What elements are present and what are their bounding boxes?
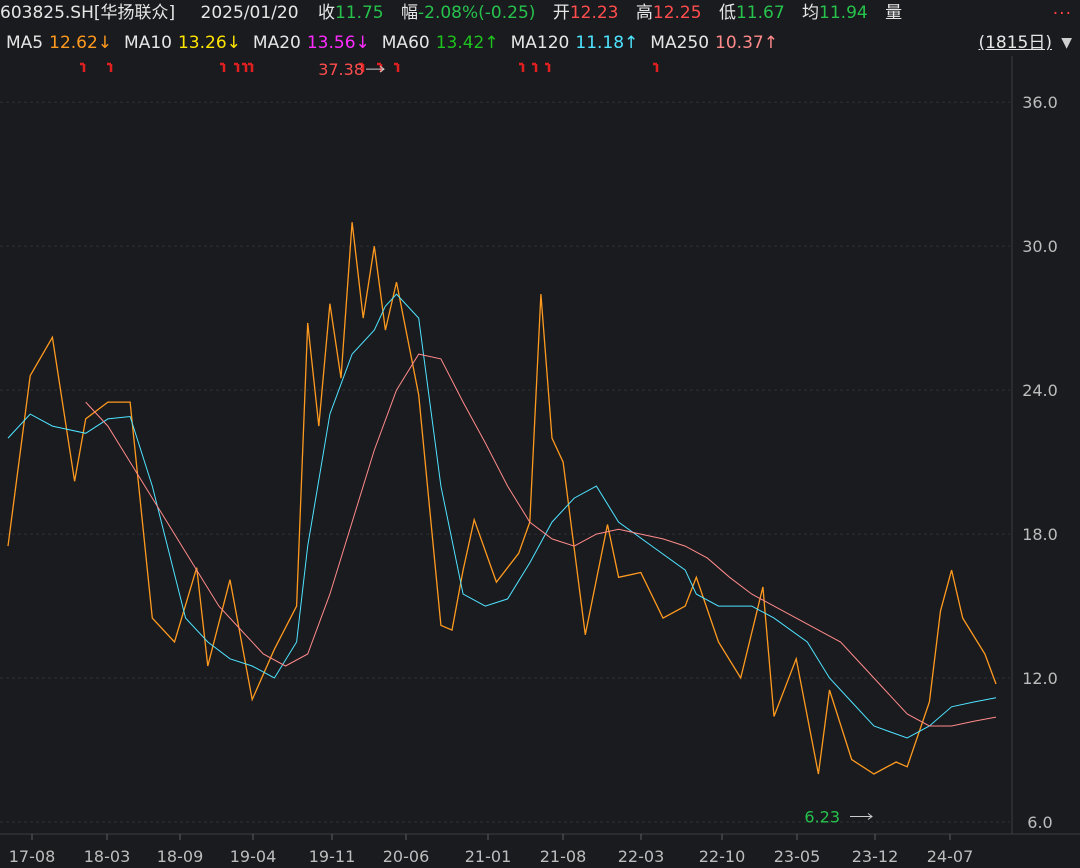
y-tick-label: 30.0 <box>1022 237 1058 256</box>
ma-legend: MA5 12.62↓ MA10 13.26↓ MA20 13.56↓ MA60 13.42↑ M… <box>0 30 1080 56</box>
ma-label-ma120[interactable]: MA120 <box>511 33 570 53</box>
x-tick-label: 21-01 <box>465 847 512 866</box>
y-axis: 36.0 30.0 24.0 18.0 12.0 6.0 <box>1011 56 1058 834</box>
ma-label-ma10[interactable]: MA10 <box>124 33 172 53</box>
event-marker <box>248 62 254 72</box>
ma-label-ma60[interactable]: MA60 <box>382 33 430 53</box>
quote-date: 2025/01/20 <box>200 3 299 23</box>
ma-line-1 <box>7 293 997 739</box>
ma-value-ma5: 12.62↓ <box>49 33 113 53</box>
ma-line-2 <box>85 353 997 727</box>
avg-label: 均 <box>802 3 820 23</box>
high-value: 12.25 <box>652 3 702 23</box>
x-tick-label: 22-10 <box>699 847 746 866</box>
x-tick-label: 19-04 <box>230 847 277 866</box>
event-marker <box>377 62 383 72</box>
x-tick-label: 18-03 <box>84 847 131 866</box>
ma-items: MA5 12.62↓ MA10 13.26↓ MA20 13.56↓ MA60 13.42↑ M… <box>6 33 790 53</box>
ma-line-0 <box>7 222 997 775</box>
period-selector[interactable]: (1815日) <box>978 30 1052 56</box>
event-marker <box>107 62 113 72</box>
event-marker <box>220 62 226 72</box>
ma-value-ma20: 13.56↓ <box>306 33 370 53</box>
quote-header: 603825.SH[华扬联众] 2025/01/20 收11.75 幅-2.08… <box>0 0 1080 26</box>
high-label: 高 <box>635 3 653 23</box>
y-tick-label: 6.0 <box>1027 813 1052 832</box>
x-tick-label: 22-03 <box>618 847 665 866</box>
ma-series <box>7 222 997 775</box>
x-tick-label: 24-07 <box>927 847 974 866</box>
min-price-label: 6.23 <box>804 807 840 826</box>
open-label: 开 <box>552 3 570 23</box>
more-icon[interactable]: ... <box>1053 0 1072 22</box>
volume-label: 量 <box>885 3 903 23</box>
change-value: -2.08%(-0.25) <box>418 3 536 23</box>
event-marker <box>234 62 240 72</box>
stock-symbol[interactable]: 603825.SH[华扬联众] <box>0 3 175 23</box>
event-marker <box>532 62 538 72</box>
avg-value: 11.94 <box>819 3 868 23</box>
close-value: 11.75 <box>334 3 384 23</box>
dropdown-triangle-icon[interactable]: ▼ <box>1061 30 1072 56</box>
open-value: 12.23 <box>569 3 619 23</box>
x-tick-label: 23-05 <box>774 847 821 866</box>
ma-label-ma5[interactable]: MA5 <box>6 33 43 53</box>
event-marker <box>242 62 248 72</box>
max-price-label: 37.38 <box>318 60 364 79</box>
change-label: 幅 <box>401 3 419 23</box>
close-label: 收 <box>317 3 335 23</box>
x-tick-label: 19-11 <box>309 847 356 866</box>
low-value: 11.67 <box>735 3 785 23</box>
ma-value-ma10: 13.26↓ <box>177 33 241 53</box>
x-axis: 17-08 18-03 18-09 19-04 19-11 20-06 21-01 21-08… <box>0 833 1080 866</box>
event-marker <box>80 62 86 72</box>
y-tick-label: 12.0 <box>1022 669 1058 688</box>
ma-value-ma250: 10.37↑ <box>715 33 778 53</box>
ma-value-ma60: 13.42↑ <box>435 33 499 53</box>
ma-value-ma120: 11.18↑ <box>575 33 639 53</box>
ma-label-ma20[interactable]: MA20 <box>253 33 301 53</box>
x-tick-label: 20-06 <box>383 847 430 866</box>
y-tick-label: 18.0 <box>1022 525 1058 544</box>
event-marker <box>545 62 551 72</box>
y-tick-label: 36.0 <box>1022 93 1058 112</box>
price-annotations: 37.38 6.23 <box>318 60 873 826</box>
y-tick-label: 24.0 <box>1022 381 1058 400</box>
x-tick-label: 23-12 <box>852 847 899 866</box>
x-tick-label: 21-08 <box>540 847 587 866</box>
x-tick-label: 18-09 <box>157 847 204 866</box>
event-markers <box>80 62 659 72</box>
event-marker <box>394 62 400 72</box>
event-marker <box>519 62 525 72</box>
x-tick-label: 17-08 <box>9 847 56 866</box>
chart-grid <box>0 101 1010 823</box>
event-marker <box>653 62 659 72</box>
price-chart[interactable]: 36.030.024.018.012.06.0 17-08 18-03 18-09 1… <box>0 56 1080 868</box>
low-label: 低 <box>718 3 736 23</box>
ma-label-ma250[interactable]: MA250 <box>650 33 709 53</box>
